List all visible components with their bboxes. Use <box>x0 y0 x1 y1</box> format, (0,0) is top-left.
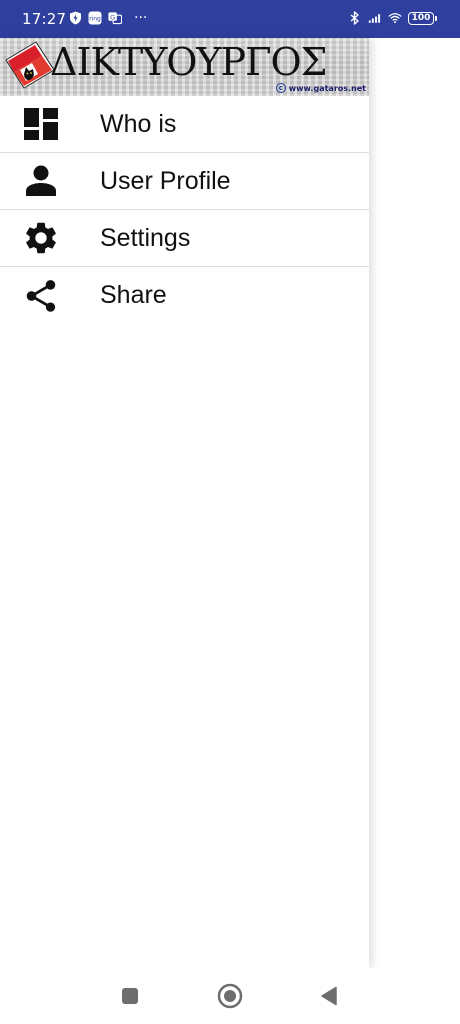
status-notification-icons: ring G ··· <box>68 11 147 25</box>
navigation-drawer: ΔΙΚΤΥΟΥΡΓΟΣ c www.gataros.net Who is Use… <box>0 38 369 968</box>
drawer-item-label: User Profile <box>100 166 231 195</box>
drawer-item-label: Who is <box>100 109 177 138</box>
drawer-item-who-is[interactable]: Who is <box>0 96 369 153</box>
banner-title: ΔΙΚΤΥΟΥΡΓΟΣ <box>50 40 327 84</box>
signal-icon <box>368 11 382 25</box>
translate-app-icon: G <box>108 11 122 25</box>
drawer-item-label: Share <box>100 281 167 309</box>
system-navigation-bar <box>0 968 460 1024</box>
back-triangle-icon[interactable] <box>309 976 349 1016</box>
bluetooth-icon <box>348 11 362 25</box>
share-icon <box>22 277 60 315</box>
main-content-scrim[interactable] <box>369 38 460 968</box>
drawer-item-share[interactable]: Share <box>0 267 369 324</box>
drawer-menu: Who is User Profile Settings Share <box>0 96 369 324</box>
copyright-mark: c <box>275 83 286 93</box>
ring-app-icon: ring <box>88 11 102 25</box>
status-overflow-indicator: ··· <box>134 10 148 26</box>
wifi-icon <box>388 11 402 25</box>
drawer-item-settings[interactable]: Settings <box>0 210 369 267</box>
app-screen: 17:27 ring G ··· 100 ΔΙΚΤΥΟΥΡΓΟΣ c www.g… <box>0 0 460 1024</box>
recents-square-icon[interactable] <box>110 976 150 1016</box>
svg-text:G: G <box>110 13 115 21</box>
person-icon <box>22 162 60 200</box>
banner-credit: c www.gataros.net <box>275 83 366 93</box>
status-system-icons: 100 <box>348 11 437 25</box>
bolt-shield-icon <box>68 11 82 25</box>
dashboard-icon <box>22 105 60 143</box>
banner-credit-url: www.gataros.net <box>288 83 366 93</box>
battery-indicator: 100 <box>408 11 437 25</box>
drawer-item-label: Settings <box>100 223 191 252</box>
gear-icon <box>22 219 60 257</box>
status-bar: 17:27 ring G ··· 100 <box>0 0 460 38</box>
svg-text:ring: ring <box>89 16 101 23</box>
drawer-item-user-profile[interactable]: User Profile <box>0 153 369 210</box>
home-circle-icon[interactable] <box>210 976 250 1016</box>
status-time: 17:27 <box>22 10 67 28</box>
drawer-header-banner: ΔΙΚΤΥΟΥΡΓΟΣ c www.gataros.net <box>0 38 369 96</box>
